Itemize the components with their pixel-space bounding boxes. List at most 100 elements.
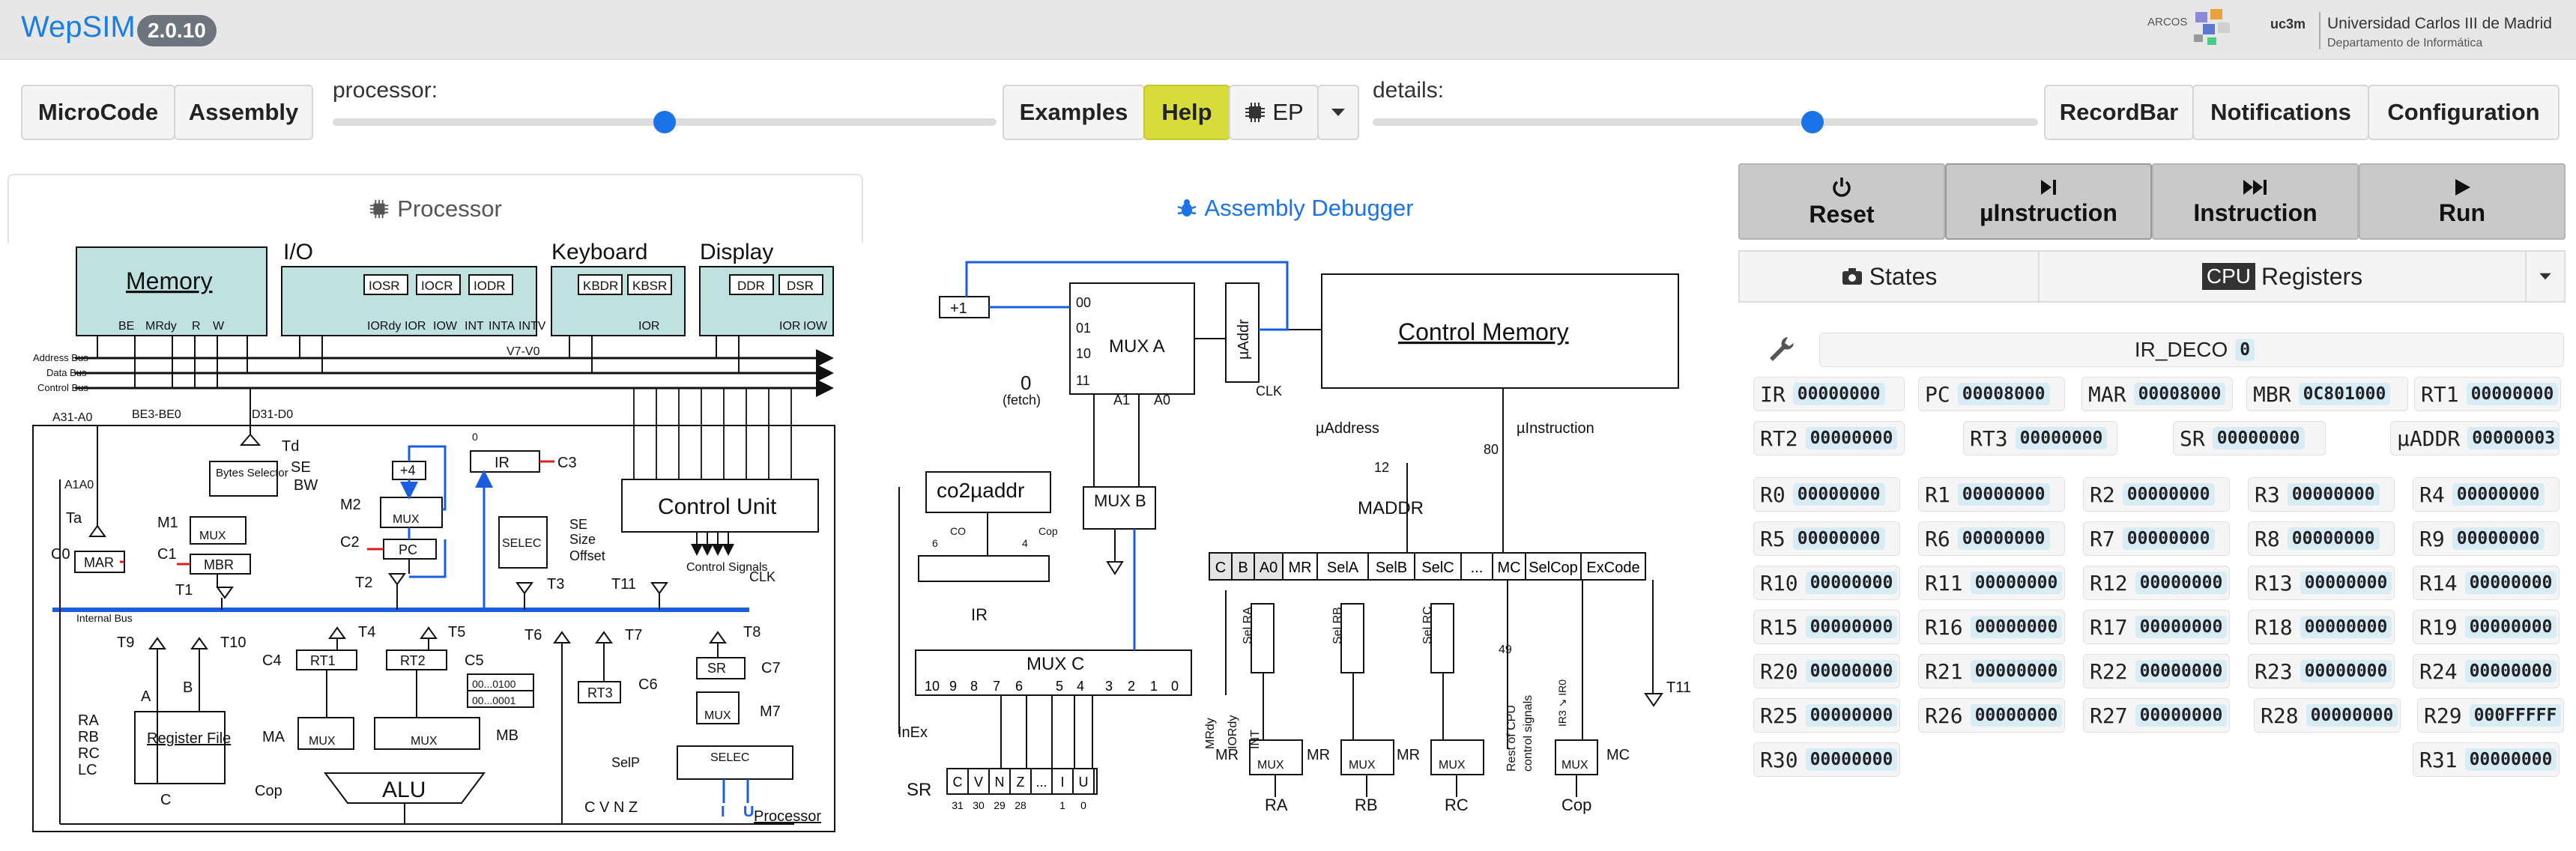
register-r0[interactable]: R0 00000000 xyxy=(1753,477,1900,512)
register-mbr[interactable]: MBR 0C801000 xyxy=(2246,377,2408,411)
register-r19[interactable]: R19 00000000 xyxy=(2413,610,2560,644)
assembly-button[interactable]: Assembly xyxy=(174,85,313,140)
register-r2[interactable]: R2 00000000 xyxy=(2083,477,2230,512)
register-r21[interactable]: R21 00000000 xyxy=(1918,654,2065,688)
svg-text:µAddr: µAddr xyxy=(1236,319,1252,360)
uinstruction-field-label: MC xyxy=(1497,560,1520,576)
svg-text:MUX B: MUX B xyxy=(1094,491,1146,510)
register-r18[interactable]: R18 00000000 xyxy=(2248,610,2395,644)
ir-deco-field[interactable]: IR_DECO 0 xyxy=(1819,333,2564,367)
svg-text:T5: T5 xyxy=(448,624,465,640)
register-r31[interactable]: R31 00000000 xyxy=(2413,742,2560,777)
register-r12[interactable]: R12 00000000 xyxy=(2083,566,2230,600)
uinstruction-field-label: SelCop xyxy=(1529,560,1578,576)
register-ir[interactable]: IR 00000000 xyxy=(1753,377,1905,411)
recordbar-button[interactable]: RecordBar xyxy=(2044,85,2194,140)
register-pc[interactable]: PC 00008000 xyxy=(1918,377,2065,411)
examples-button[interactable]: Examples xyxy=(1003,85,1145,140)
configuration-button[interactable]: Configuration xyxy=(2368,85,2560,140)
ep-dropdown-toggle[interactable] xyxy=(1317,85,1359,140)
svg-text:INTA: INTA xyxy=(489,320,515,333)
instruction-step-button[interactable]: Instruction xyxy=(2152,163,2359,240)
register-value: 00000000 xyxy=(2015,427,2108,449)
svg-text:T8: T8 xyxy=(743,624,761,640)
register-r23[interactable]: R23 00000000 xyxy=(2248,654,2395,688)
svg-text:Sel RA: Sel RA xyxy=(1242,607,1254,644)
register-value: 00000000 xyxy=(2300,616,2392,638)
register-r7[interactable]: R7 00000000 xyxy=(2083,521,2230,556)
app-brand[interactable]: WepSIM xyxy=(21,10,136,44)
register-value: 00000000 xyxy=(2300,572,2392,594)
svg-text:+1: +1 xyxy=(950,300,967,317)
register-rt2[interactable]: RT2 00000000 xyxy=(1753,421,1905,455)
svg-text:M2: M2 xyxy=(340,497,361,513)
processor-slider-knob[interactable] xyxy=(653,111,676,133)
register-value: 00000000 xyxy=(2452,483,2545,506)
svg-text:0: 0 xyxy=(472,431,478,443)
notifications-button[interactable]: Notifications xyxy=(2192,85,2369,140)
microcode-button[interactable]: MicroCode xyxy=(21,85,175,140)
details-slider[interactable] xyxy=(1373,111,2038,133)
register-r30[interactable]: R30 00000000 xyxy=(1753,742,1900,777)
svg-text:A1: A1 xyxy=(1113,393,1130,408)
register-r25[interactable]: R25 00000000 xyxy=(1753,698,1900,733)
register-r17[interactable]: R17 00000000 xyxy=(2083,610,2230,644)
svg-text:MBR: MBR xyxy=(204,557,234,572)
register-r22[interactable]: R22 00000000 xyxy=(2083,654,2230,688)
register-r20[interactable]: R20 00000000 xyxy=(1753,654,1900,688)
uinstruction-step-button[interactable]: µInstruction xyxy=(1945,163,2152,240)
svg-text:T11: T11 xyxy=(611,576,636,593)
register-r9[interactable]: R9 00000000 xyxy=(2413,521,2560,556)
reset-button[interactable]: Reset xyxy=(1738,163,1945,240)
wrench-icon[interactable] xyxy=(1765,333,1795,366)
register-value: 00000000 xyxy=(1805,572,1898,594)
register-value: 00000000 xyxy=(1792,483,1885,506)
register-sr[interactable]: SR 00000000 xyxy=(2173,421,2326,455)
register-r3[interactable]: R3 00000000 xyxy=(2248,477,2395,512)
register-r24[interactable]: R24 00000000 xyxy=(2413,654,2560,688)
control-unit-label: Control Unit xyxy=(658,494,777,519)
states-button[interactable]: States xyxy=(1738,250,2040,303)
register-r10[interactable]: R10 00000000 xyxy=(1753,566,1900,600)
register-r11[interactable]: R11 00000000 xyxy=(1918,566,2065,600)
register-r15[interactable]: R15 00000000 xyxy=(1753,610,1900,644)
processor-slider[interactable] xyxy=(333,111,997,133)
svg-text:(fetch): (fetch) xyxy=(1003,393,1041,408)
register-µaddr[interactable]: µADDR 00000003 xyxy=(2390,421,2560,455)
svg-text:RC: RC xyxy=(1445,796,1469,814)
svg-text:MA: MA xyxy=(262,729,285,745)
register-r5[interactable]: R5 00000000 xyxy=(1753,521,1900,556)
registers-button[interactable]: CPU Registers xyxy=(2038,250,2527,303)
register-rt3[interactable]: RT3 00000000 xyxy=(1963,421,2117,455)
register-value: 00000000 xyxy=(1957,483,2050,506)
register-r14[interactable]: R14 00000000 xyxy=(2413,566,2560,600)
register-r8[interactable]: R8 00000000 xyxy=(2248,521,2395,556)
tab-assembly-debugger[interactable]: Assembly Debugger xyxy=(863,174,1726,243)
svg-text:00...0001: 00...0001 xyxy=(472,694,516,706)
details-slider-knob[interactable] xyxy=(1801,111,1824,133)
register-r1[interactable]: R1 00000000 xyxy=(1918,477,2065,512)
register-r27[interactable]: R27 00000000 xyxy=(2083,698,2230,733)
register-r28[interactable]: R28 00000000 xyxy=(2254,698,2401,733)
svg-text:IOSR: IOSR xyxy=(369,279,400,293)
register-r26[interactable]: R26 00000000 xyxy=(1918,698,2065,733)
registers-dropdown-toggle[interactable] xyxy=(2525,250,2566,303)
run-button[interactable]: Run xyxy=(2359,163,2566,240)
uinstruction-field-label: ... xyxy=(1471,560,1484,576)
svg-text:BE3-BE0: BE3-BE0 xyxy=(132,408,181,421)
sr-bit-label: I xyxy=(1060,775,1064,790)
register-mar[interactable]: MAR 00008000 xyxy=(2081,377,2233,411)
register-r13[interactable]: R13 00000000 xyxy=(2248,566,2395,600)
register-value: 00000000 xyxy=(1792,527,1885,550)
svg-text:C1: C1 xyxy=(157,546,177,563)
ep-button[interactable]: EP xyxy=(1229,85,1319,140)
muxc-input-number: 10 xyxy=(925,679,940,694)
svg-text:SELEC: SELEC xyxy=(502,537,541,550)
register-r29[interactable]: R29 000FFFFF xyxy=(2417,698,2564,733)
register-r16[interactable]: R16 00000000 xyxy=(1918,610,2065,644)
register-rt1[interactable]: RT1 00000000 xyxy=(2414,377,2561,411)
register-r6[interactable]: R6 00000000 xyxy=(1918,521,2065,556)
help-button[interactable]: Help xyxy=(1143,85,1230,140)
register-r4[interactable]: R4 00000000 xyxy=(2413,477,2560,512)
svg-text:11: 11 xyxy=(1076,373,1090,388)
